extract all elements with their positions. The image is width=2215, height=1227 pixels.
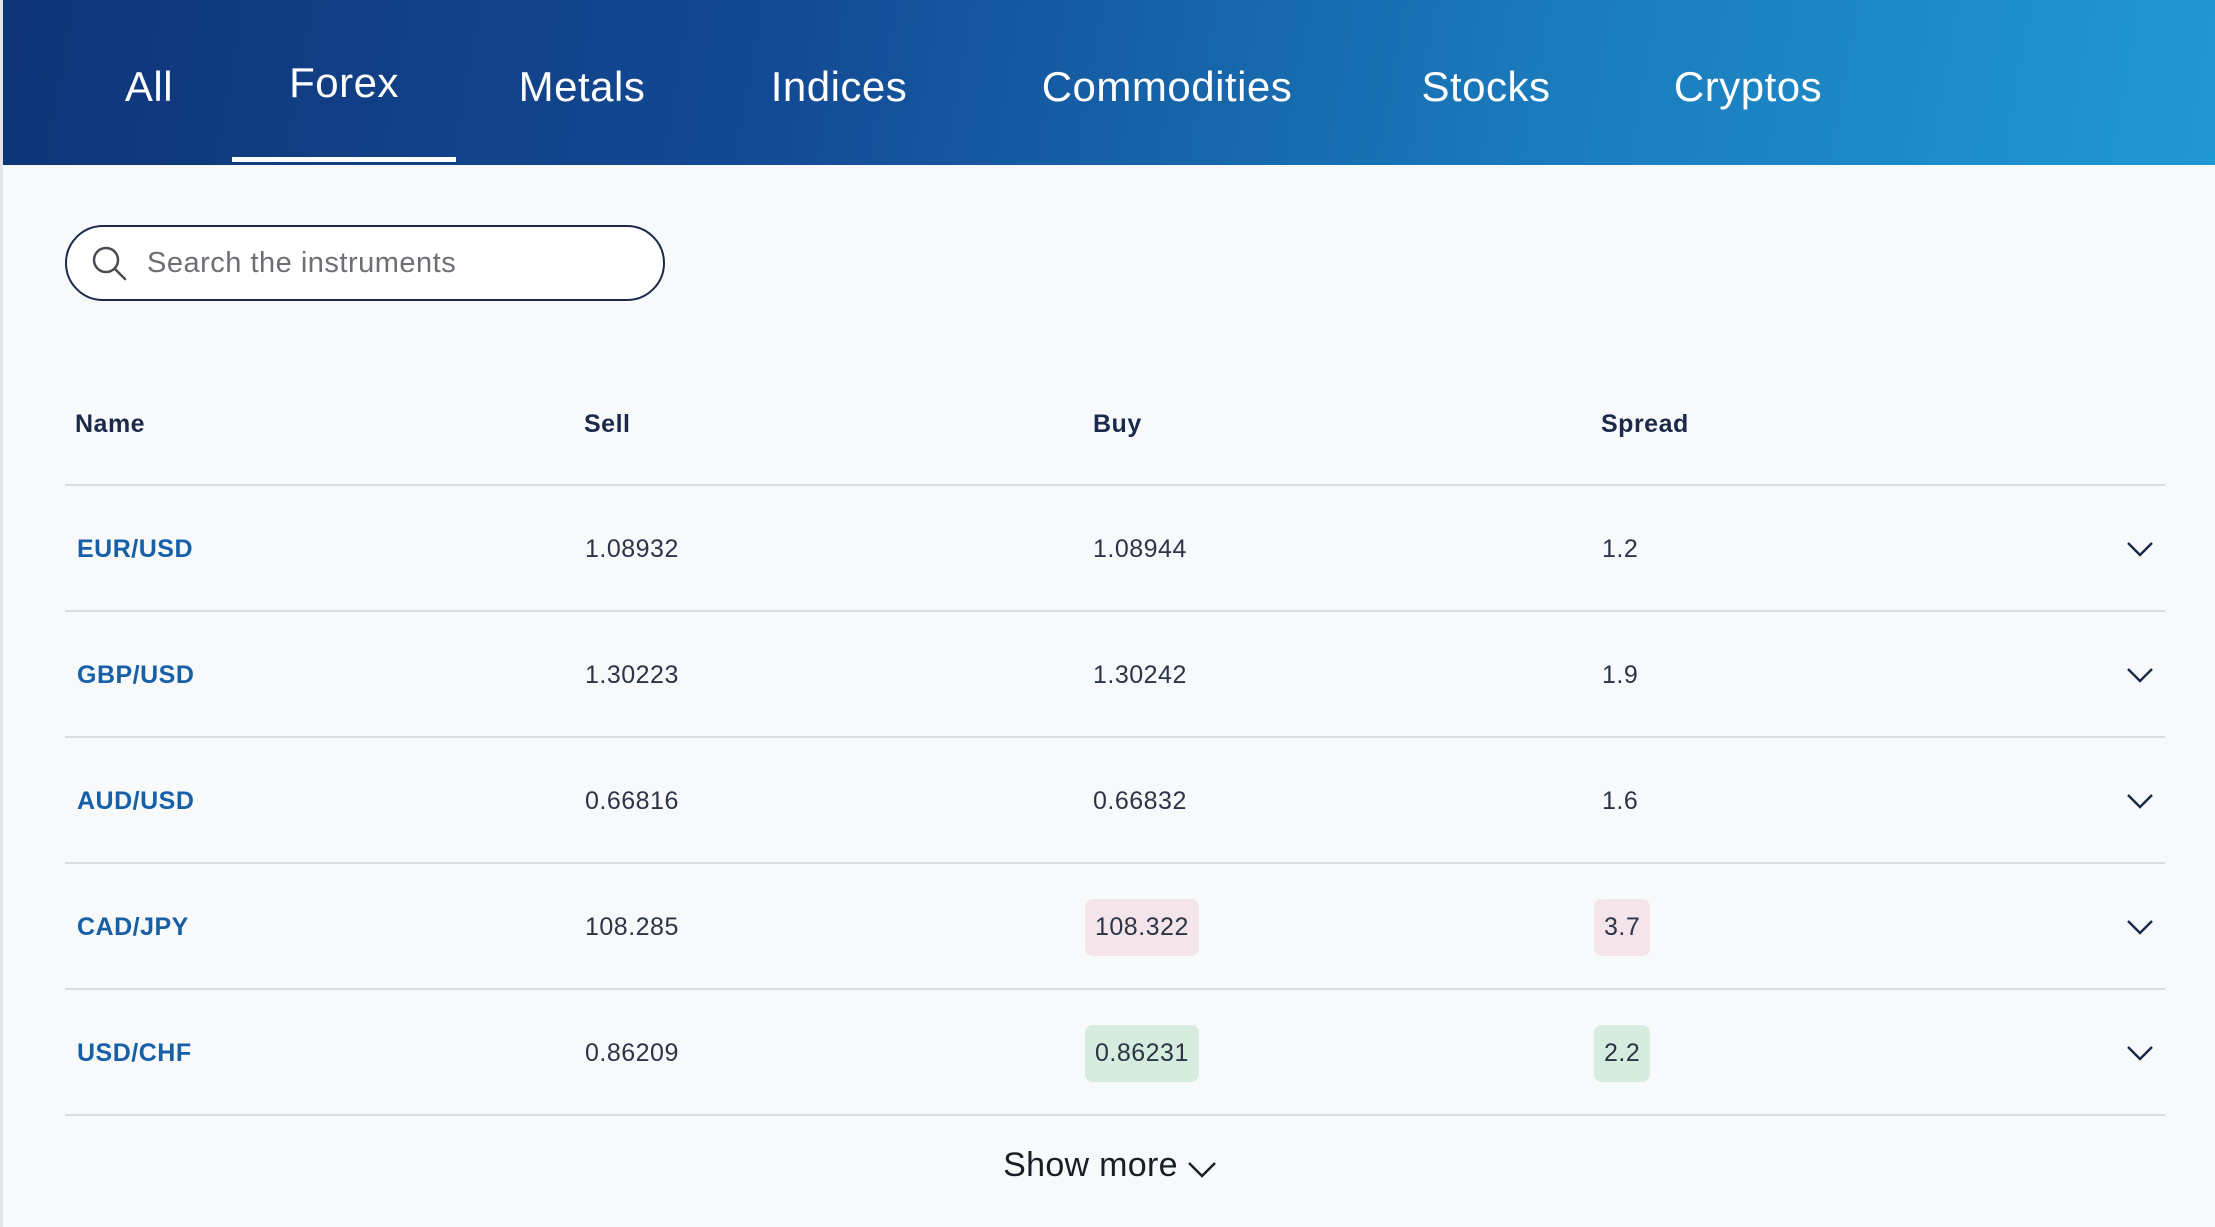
tab-label: Commodities	[1041, 62, 1293, 110]
search-input[interactable]	[147, 246, 617, 280]
search-icon	[92, 246, 127, 281]
category-tabs: All Forex Metals Indices Commodities Sto…	[3, 0, 2215, 165]
sell-price: 0.86209	[585, 1038, 679, 1067]
chevron-down-icon[interactable]	[2125, 538, 2155, 560]
sell-price: 1.08932	[585, 534, 679, 563]
spread-value: 2.2	[1594, 1024, 1651, 1082]
spread-value: 3.7	[1594, 898, 1651, 956]
buy-price: 1.30242	[1093, 660, 1187, 689]
tab-label: Cryptos	[1673, 62, 1823, 110]
table-row[interactable]: AUD/USD 0.66816 0.66832 1.6	[65, 738, 2165, 864]
instrument-name[interactable]: GBP/USD	[77, 612, 194, 738]
table-row[interactable]: CAD/JPY 108.285 108.322 3.7	[65, 864, 2165, 990]
tab-metals[interactable]: Metals	[493, 0, 671, 165]
spread-value: 1.9	[1602, 660, 1639, 689]
buy-price-cell: 108.322	[1085, 864, 1199, 990]
tab-label: All	[124, 62, 174, 110]
spread-value: 1.2	[1602, 534, 1639, 563]
table-header: Name Sell Buy Spread	[65, 380, 2165, 486]
table-row[interactable]: USD/CHF 0.86209 0.86231 2.2	[65, 990, 2165, 1116]
chevron-down-icon[interactable]	[2125, 664, 2155, 686]
spread-value: 1.6	[1602, 786, 1639, 815]
instrument-name[interactable]: USD/CHF	[77, 990, 192, 1116]
tab-indices[interactable]: Indices	[748, 0, 930, 165]
tab-label: Forex	[289, 58, 399, 106]
buy-price: 0.86231	[1085, 1024, 1199, 1082]
show-more-button[interactable]: Show more	[3, 1146, 2215, 1185]
chevron-down-icon	[1187, 1161, 1216, 1178]
page: All Forex Metals Indices Commodities Sto…	[0, 0, 2215, 1227]
tab-label: Metals	[518, 62, 646, 110]
sell-price: 0.66816	[585, 786, 679, 815]
table-row[interactable]: EUR/USD 1.08932 1.08944 1.2	[65, 486, 2165, 612]
buy-price: 108.322	[1085, 898, 1199, 956]
spread-value-cell: 3.7	[1594, 864, 1651, 990]
instrument-name[interactable]: AUD/USD	[77, 738, 194, 864]
sell-price: 1.30223	[585, 660, 679, 689]
instrument-name[interactable]: EUR/USD	[77, 486, 193, 612]
sell-price: 108.285	[585, 912, 679, 941]
tab-all[interactable]: All	[95, 0, 203, 165]
tab-label: Stocks	[1421, 62, 1551, 110]
chevron-down-icon[interactable]	[2125, 916, 2155, 938]
buy-price: 1.08944	[1093, 534, 1187, 563]
chevron-down-icon[interactable]	[2125, 1042, 2155, 1064]
spread-value-cell: 2.2	[1594, 990, 1651, 1116]
buy-price-cell: 0.86231	[1085, 990, 1199, 1116]
instruments-table: Name Sell Buy Spread EUR/USD 1.08932 1.0…	[65, 380, 2165, 1116]
instrument-name[interactable]: CAD/JPY	[77, 864, 189, 990]
tab-label: Indices	[770, 62, 908, 110]
tab-cryptos[interactable]: Cryptos	[1653, 0, 1843, 165]
column-header-sell: Sell	[584, 410, 631, 438]
tab-stocks[interactable]: Stocks	[1403, 0, 1569, 165]
column-header-name: Name	[75, 410, 146, 438]
column-header-spread: Spread	[1601, 410, 1689, 438]
show-more-label: Show more	[1003, 1146, 1178, 1184]
tab-commodities[interactable]: Commodities	[1013, 0, 1321, 165]
search-box[interactable]	[65, 225, 665, 301]
chevron-down-icon[interactable]	[2125, 790, 2155, 812]
tab-forex[interactable]: Forex	[232, 0, 456, 165]
column-header-buy: Buy	[1093, 410, 1142, 438]
table-row[interactable]: GBP/USD 1.30223 1.30242 1.9	[65, 612, 2165, 738]
buy-price: 0.66832	[1093, 786, 1187, 815]
